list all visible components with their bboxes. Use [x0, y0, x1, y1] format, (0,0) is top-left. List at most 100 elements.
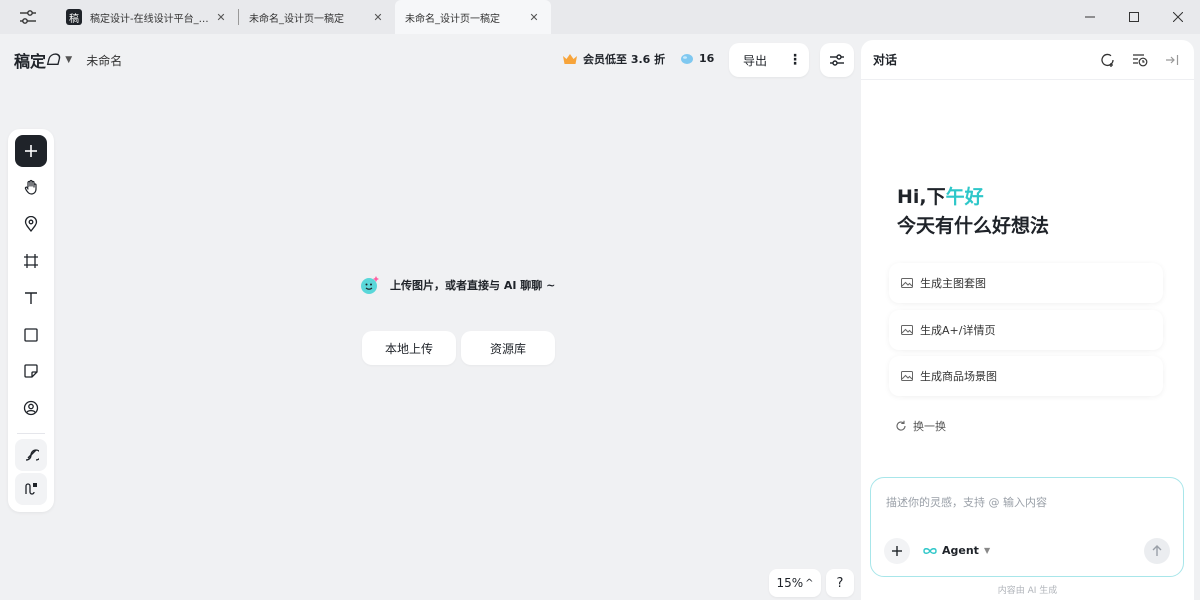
gaoding-favicon-icon: 稿 [66, 9, 82, 25]
refresh-suggestions-button[interactable]: 换一换 [895, 418, 946, 434]
new-chat-button[interactable] [1098, 50, 1118, 70]
document-name[interactable]: 未命名 [86, 52, 122, 69]
window-controls [1068, 0, 1200, 34]
chevron-down-icon: ▼ [983, 546, 991, 555]
agent-label: Agent [942, 544, 979, 557]
user-circle-icon [23, 400, 39, 416]
arrow-up-icon [1152, 545, 1162, 556]
canvas-hint-text: 上传图片，或者直接与 AI 聊聊 ~ [390, 279, 556, 292]
history-button[interactable] [1130, 50, 1150, 70]
minimize-icon [1085, 16, 1095, 18]
refresh-label: 换一换 [913, 420, 946, 433]
credits-balance[interactable]: 16 [680, 51, 714, 65]
close-window-button[interactable] [1156, 0, 1200, 34]
suggestion-label: 生成A+/详情页 [920, 324, 996, 337]
paintbrush-icon [25, 449, 39, 461]
greeting: Hi,下午好 今天有什么好想法 [897, 183, 1049, 241]
smiley-face-icon [361, 276, 379, 294]
close-icon[interactable]: ✕ [371, 11, 385, 24]
greeting-line-2: 今天有什么好想法 [897, 215, 1050, 237]
browser-tab-2[interactable]: 未命名_设计页一稿定 ✕ [239, 0, 395, 34]
maximize-button[interactable] [1112, 0, 1156, 34]
plus-icon [892, 546, 902, 556]
refresh-icon [896, 420, 906, 431]
tab-title: 稿定设计-在线设计平台_… [90, 13, 209, 25]
attach-button[interactable] [884, 538, 910, 564]
location-pin-icon [24, 216, 38, 232]
asset-library-button[interactable]: 资源库 [461, 331, 555, 365]
logo-text: 稿定 [14, 52, 47, 71]
plus-icon [25, 145, 37, 157]
suggestion-item[interactable]: 生成主图套图 [889, 263, 1163, 303]
text-icon [25, 292, 37, 304]
more-options-button[interactable]: ⋮ [781, 43, 809, 77]
suggestion-label: 生成商品场景图 [920, 370, 997, 383]
export-button[interactable]: 导出 [729, 43, 781, 77]
browser-tab-3[interactable]: 未命名_设计页一稿定 ✕ [395, 0, 551, 34]
app-header: 稿定 ᗝ ▼ 未命名 会员低至 3.6 折 16 导出 ⋮ [0, 34, 860, 86]
membership-promo[interactable]: 会员低至 3.6 折 [562, 51, 665, 67]
suggestion-item[interactable]: 生成商品场景图 [889, 356, 1163, 396]
ai-disclaimer: 内容由 AI 生成 [997, 586, 1058, 596]
browser-tab-1[interactable]: 稿 稿定设计-在线设计平台_… ✕ [56, 0, 238, 34]
ai-paint-tool-button[interactable] [15, 439, 47, 471]
sliders-icon [20, 10, 36, 24]
greeting-prefix: Hi,下 [897, 186, 946, 208]
collapse-right-icon [1166, 54, 1179, 65]
adjust-settings-button[interactable] [820, 43, 854, 77]
collapse-panel-button[interactable] [1162, 50, 1182, 70]
hand-tool-button[interactable] [15, 171, 47, 203]
close-icon[interactable]: ✕ [214, 11, 228, 24]
location-tool-button[interactable] [15, 208, 47, 240]
image-icon [901, 325, 913, 335]
promo-text: 会员低至 3.6 折 [583, 53, 666, 66]
chat-panel-header: 对话 [861, 40, 1194, 80]
rectangle-tool-button[interactable] [15, 319, 47, 351]
suggestion-item[interactable]: 生成A+/详情页 [889, 310, 1163, 350]
agent-selector[interactable]: Agent ▼ [922, 544, 990, 557]
sliders-icon [830, 54, 844, 66]
zoom-control[interactable]: 15% ^ [769, 569, 821, 597]
droplet-icon [681, 54, 693, 64]
help-button[interactable]: ? [826, 569, 854, 597]
app-logo[interactable]: 稿定 ᗝ ▼ [14, 48, 72, 72]
image-icon [901, 278, 913, 288]
chat-input[interactable]: 描述你的灵感，支持 @ 输入内容 [886, 494, 1047, 510]
crown-icon [563, 54, 577, 64]
new-chat-icon [1101, 53, 1114, 67]
frame-tool-button[interactable] [15, 245, 47, 277]
chat-composer[interactable]: 描述你的灵感，支持 @ 输入内容 Agent ▼ [870, 477, 1184, 577]
chat-panel: 对话 Hi,下午好 今天有什么好想法 生成主图套图 生成A+/详情页 生成商品场… [861, 40, 1194, 600]
history-list-icon [1133, 53, 1148, 66]
chevron-up-icon: ^ [805, 577, 814, 589]
browser-chrome: 稿 稿定设计-在线设计平台_… ✕ 未命名_设计页一稿定 ✕ 未命名_设计页一稿… [0, 0, 1200, 34]
text-tool-button[interactable] [15, 282, 47, 314]
greeting-line-1: Hi,下午好 [897, 183, 1049, 212]
close-icon[interactable]: ✕ [527, 11, 541, 24]
browser-menu-button[interactable] [0, 0, 56, 34]
left-toolbar [8, 129, 54, 512]
hand-icon [24, 179, 37, 195]
suggestion-label: 生成主图套图 [920, 277, 986, 290]
close-icon [1173, 12, 1183, 22]
chat-panel-actions [1098, 50, 1182, 70]
image-icon [901, 371, 913, 381]
send-button[interactable] [1144, 538, 1170, 564]
chat-panel-title: 对话 [873, 53, 898, 67]
logo-mark-icon: ᗝ [46, 50, 60, 69]
infinity-icon [923, 547, 937, 554]
add-tool-button[interactable] [15, 135, 47, 167]
avatar-tool-button[interactable] [15, 392, 47, 424]
zoom-level: 15% [776, 576, 804, 590]
sticky-note-icon [24, 364, 38, 378]
rectangle-icon [24, 328, 38, 342]
frame-icon [24, 254, 38, 268]
workflow-tool-button[interactable] [15, 473, 47, 505]
upload-local-button[interactable]: 本地上传 [362, 331, 456, 365]
export-group: 导出 ⋮ [729, 43, 810, 77]
canvas-hint: 上传图片，或者直接与 AI 聊聊 ~ [360, 275, 555, 295]
workflow-icon [25, 483, 37, 495]
chevron-down-icon: ▼ [65, 55, 73, 65]
sticky-note-tool-button[interactable] [15, 355, 47, 387]
minimize-button[interactable] [1068, 0, 1112, 34]
